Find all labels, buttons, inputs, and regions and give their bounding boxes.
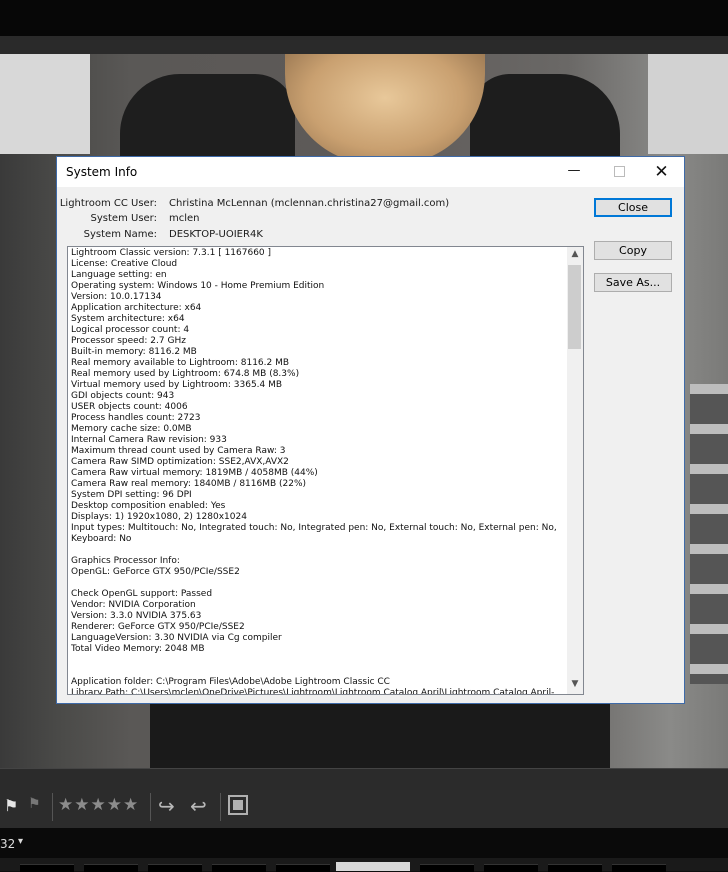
scroll-up-icon[interactable]: ▲ <box>567 249 583 261</box>
rotate-right-icon[interactable]: ↩ <box>190 794 207 818</box>
top-panel <box>0 0 728 36</box>
close-button[interactable]: Close <box>594 198 672 217</box>
filmstrip-count: 32 <box>0 837 16 851</box>
scrollbar-thumb[interactable] <box>568 265 581 349</box>
system-info-textbox[interactable]: Lightroom Classic version: 7.3.1 [ 11676… <box>67 246 584 695</box>
maximize-icon <box>614 166 625 177</box>
window-blinds-left <box>0 54 90 154</box>
background-rails <box>690 384 728 684</box>
copy-button[interactable]: Copy <box>594 241 672 260</box>
save-as-button[interactable]: Save As... <box>594 273 672 292</box>
dialog-titlebar[interactable]: System Info — ✕ <box>57 157 684 187</box>
toolbar-divider <box>220 793 221 821</box>
toolbar-top-strip <box>0 768 728 791</box>
rotate-left-icon[interactable]: ↪ <box>158 794 175 818</box>
star-rating[interactable]: ★★★★★ <box>58 795 139 815</box>
flag-icon[interactable]: ⚑ <box>4 796 18 815</box>
vertical-scrollbar[interactable]: ▲ ▼ <box>567 247 583 694</box>
system-name-value: DESKTOP-UOIER4K <box>169 229 263 240</box>
system-user-value: mclen <box>169 213 200 224</box>
reject-flag-icon[interactable]: ⚑ <box>28 796 41 812</box>
lightroom-user-value: Christina McLennan (mclennan.christina27… <box>169 198 450 209</box>
system-user-label: System User: <box>90 213 157 224</box>
system-info-text: Lightroom Classic version: 7.3.1 [ 11676… <box>71 248 557 695</box>
window-blinds-right <box>648 54 728 154</box>
child-head <box>285 54 485 164</box>
lightroom-user-label: Lightroom CC User: <box>59 198 157 209</box>
chevron-down-icon[interactable]: ▾ <box>18 836 23 847</box>
system-name-label: System Name: <box>83 229 157 240</box>
dialog-title: System Info <box>66 165 138 179</box>
maximize-button <box>597 157 643 187</box>
crop-icon[interactable] <box>228 795 248 815</box>
toolbar-divider <box>52 793 53 821</box>
filmstrip-header <box>0 828 728 858</box>
toolbar-divider <box>150 793 151 821</box>
scroll-down-icon[interactable]: ▼ <box>567 679 583 691</box>
close-window-button[interactable]: ✕ <box>639 157 684 187</box>
system-info-dialog: System Info — ✕ Lightroom CC User: Chris… <box>56 156 685 704</box>
minimize-button[interactable]: — <box>551 157 597 187</box>
filmstrip-thumbnail-selected[interactable] <box>336 862 410 871</box>
top-panel-divider <box>0 36 728 55</box>
